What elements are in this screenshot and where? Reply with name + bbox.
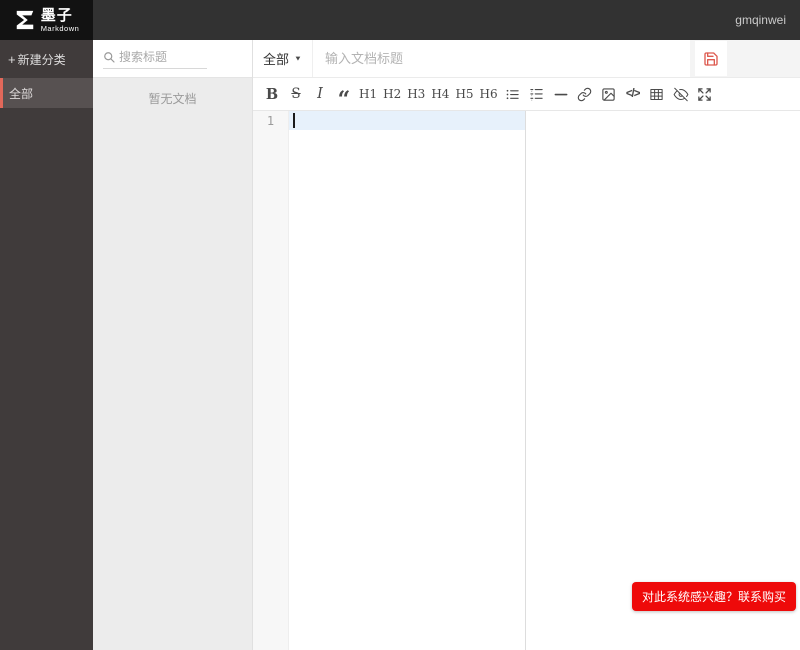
chevron-down-icon: ▼ bbox=[294, 54, 302, 63]
image-button[interactable] bbox=[599, 82, 619, 106]
logo-sigma-icon bbox=[16, 10, 33, 30]
heading2-button[interactable]: H2 bbox=[382, 82, 402, 106]
new-category-button[interactable]: + 新建分类 bbox=[0, 40, 93, 78]
contact-purchase-button[interactable]: 对此系统感兴趣？联系购买 bbox=[631, 582, 796, 611]
ordered-list-button[interactable] bbox=[527, 82, 547, 106]
header-spacer bbox=[93, 0, 735, 40]
blockquote-button[interactable]: “ bbox=[334, 82, 354, 113]
ordered-list-icon bbox=[530, 88, 543, 100]
logo-subtitle: Markdown bbox=[40, 23, 80, 33]
app-window: 墨子 Markdown gmqinwei + 新建分类 全部 搜索标题 暂无文档… bbox=[0, 0, 800, 650]
top-header: 墨子 Markdown gmqinwei bbox=[0, 0, 800, 40]
horizontal-rule-button[interactable] bbox=[551, 82, 571, 106]
sidebar-item-all[interactable]: 全部 bbox=[0, 78, 93, 108]
image-icon bbox=[602, 87, 615, 101]
heading3-button[interactable]: H3 bbox=[406, 82, 426, 106]
link-button[interactable] bbox=[575, 82, 595, 106]
code-button[interactable]: </> bbox=[623, 82, 643, 106]
empty-documents-text: 暂无文档 bbox=[148, 92, 197, 106]
h5-icon: H5 bbox=[455, 87, 474, 101]
save-floppy-icon bbox=[704, 51, 718, 66]
search-row bbox=[93, 40, 252, 78]
unordered-list-button[interactable] bbox=[503, 82, 523, 106]
markdown-toolbar: B S I “ H1 H2 H3 H4 H5 H6 </> bbox=[253, 78, 800, 111]
save-strip bbox=[690, 40, 800, 77]
markdown-preview-pane bbox=[526, 111, 800, 650]
line-number-gutter: 1 bbox=[253, 111, 289, 650]
table-button[interactable] bbox=[647, 82, 667, 106]
text-caret bbox=[293, 113, 295, 128]
eye-off-icon bbox=[673, 87, 689, 101]
body-row: + 新建分类 全部 暂无文档 bbox=[0, 40, 800, 650]
search-field bbox=[103, 50, 207, 69]
category-dropdown[interactable]: 全部 ▼ bbox=[253, 40, 313, 77]
line-number: 1 bbox=[266, 114, 275, 128]
heading6-button[interactable]: H6 bbox=[479, 82, 499, 106]
fullscreen-icon bbox=[698, 87, 711, 101]
new-category-label: 新建分类 bbox=[17, 52, 66, 67]
search-icon bbox=[104, 52, 115, 63]
unordered-list-icon bbox=[506, 89, 519, 99]
quote-icon: “ bbox=[337, 87, 351, 113]
horizontal-rule-icon bbox=[554, 93, 568, 95]
h6-icon: H6 bbox=[479, 87, 498, 101]
category-dropdown-label: 全部 bbox=[263, 52, 290, 67]
h2-icon: H2 bbox=[383, 87, 402, 101]
app-logo: 墨子 Markdown bbox=[0, 0, 93, 40]
heading5-button[interactable]: H5 bbox=[454, 82, 474, 106]
italic-button[interactable]: I bbox=[310, 82, 330, 106]
heading1-button[interactable]: H1 bbox=[358, 82, 378, 106]
heading4-button[interactable]: H4 bbox=[430, 82, 450, 106]
strikethrough-button[interactable]: S bbox=[286, 82, 306, 106]
username-menu[interactable]: gmqinwei bbox=[735, 0, 800, 40]
search-input[interactable] bbox=[119, 50, 199, 64]
h4-icon: H4 bbox=[431, 87, 450, 101]
h3-icon: H3 bbox=[407, 87, 426, 101]
active-line bbox=[289, 111, 525, 130]
strikethrough-icon: S bbox=[291, 86, 301, 102]
markdown-code-area[interactable] bbox=[289, 111, 526, 650]
h1-icon: H1 bbox=[359, 87, 378, 101]
editor-row: 1 bbox=[253, 111, 800, 650]
document-list-panel: 暂无文档 bbox=[93, 40, 253, 650]
table-icon bbox=[650, 88, 663, 100]
plus-icon: + bbox=[8, 51, 16, 67]
category-sidebar: + 新建分类 全部 bbox=[0, 40, 93, 650]
document-title-input[interactable] bbox=[312, 40, 690, 77]
italic-icon: I bbox=[317, 86, 323, 102]
logo-text: 墨子 Markdown bbox=[41, 8, 80, 33]
editor-main: 全部 ▼ B S I bbox=[253, 40, 800, 650]
bold-icon: B bbox=[265, 85, 279, 103]
fullscreen-button[interactable] bbox=[695, 82, 715, 106]
sidebar-item-label: 全部 bbox=[9, 86, 34, 101]
preview-toggle-button[interactable] bbox=[671, 82, 691, 106]
save-button[interactable] bbox=[695, 41, 727, 76]
bold-button[interactable]: B bbox=[262, 82, 282, 106]
logo-title: 墨子 bbox=[40, 6, 73, 24]
link-icon bbox=[577, 87, 592, 101]
document-titlebar: 全部 ▼ bbox=[253, 40, 800, 78]
code-icon: </> bbox=[625, 88, 641, 100]
